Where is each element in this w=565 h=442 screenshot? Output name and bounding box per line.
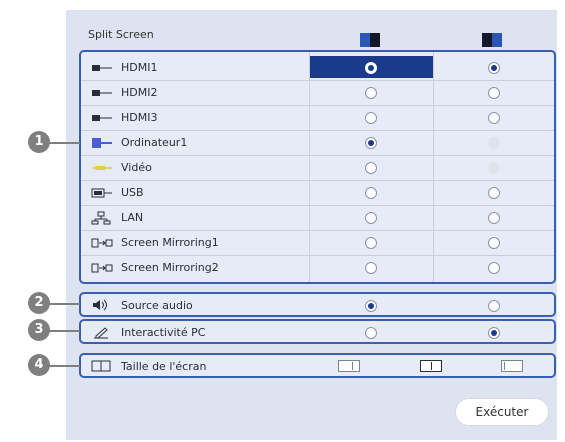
source-label: HDMI3 <box>121 111 158 124</box>
size-left-large-button[interactable] <box>338 360 360 372</box>
size-right-large-button[interactable] <box>501 360 523 372</box>
hdmi-icon <box>91 111 113 125</box>
interactive-left-radio[interactable] <box>365 327 377 339</box>
source-right-radio <box>488 137 500 149</box>
source-label: Ordinateur1 <box>121 136 188 149</box>
source-right-radio[interactable] <box>488 262 500 274</box>
source-row: HDMI2 <box>81 81 554 106</box>
source-left-radio[interactable] <box>365 62 377 74</box>
source-left-radio[interactable] <box>365 112 377 124</box>
source-right-radio[interactable] <box>488 62 500 74</box>
source-left-radio[interactable] <box>365 187 377 199</box>
audio-right-radio[interactable] <box>488 300 500 312</box>
pen-icon <box>91 325 113 339</box>
source-label: HDMI1 <box>121 61 158 74</box>
source-right-radio[interactable] <box>488 237 500 249</box>
source-right-radio[interactable] <box>488 187 500 199</box>
source-label: LAN <box>121 211 144 224</box>
source-label: Screen Mirroring2 <box>121 261 219 274</box>
source-left-radio[interactable] <box>365 137 377 149</box>
execute-button[interactable]: Exécuter <box>455 398 549 426</box>
page-title: Split Screen <box>88 28 154 41</box>
lan-icon <box>91 211 113 225</box>
hdmi-icon <box>91 61 113 75</box>
screen-size-label: Taille de l'écran <box>121 360 207 373</box>
screen-mirroring-icon <box>91 261 113 275</box>
source-left-radio[interactable] <box>365 237 377 249</box>
source-left-radio[interactable] <box>365 87 377 99</box>
computer-icon <box>91 136 113 150</box>
screen-size-row: Taille de l'écran <box>79 353 556 378</box>
callout-marker-2: 2 <box>28 292 50 314</box>
source-label: Screen Mirroring1 <box>121 236 219 249</box>
interactive-row[interactable]: Interactivité PC <box>79 319 556 344</box>
video-icon <box>91 161 113 175</box>
source-right-radio[interactable] <box>488 87 500 99</box>
source-row: LAN <box>81 206 554 231</box>
source-row: USB <box>81 181 554 206</box>
screen-mirroring-icon <box>91 236 113 250</box>
source-list: HDMI1 HDMI2 HDMI3 Ordinateur1 Vidéo USB LAN Scr… <box>79 50 556 284</box>
source-left-radio[interactable] <box>365 162 377 174</box>
source-label: USB <box>121 186 144 199</box>
source-label: HDMI2 <box>121 86 158 99</box>
callout-marker-3: 3 <box>28 319 50 341</box>
audio-row[interactable]: Source audio <box>79 292 556 317</box>
source-row: Vidéo <box>81 156 554 181</box>
source-row: HDMI1 <box>81 56 554 81</box>
usb-icon <box>91 186 113 200</box>
interactive-label: Interactivité PC <box>121 326 206 339</box>
source-row: Screen Mirroring2 <box>81 256 554 281</box>
split-right-icon <box>482 33 502 47</box>
callout-marker-4: 4 <box>28 354 50 376</box>
source-label: Vidéo <box>121 161 152 174</box>
interactive-right-radio[interactable] <box>488 327 500 339</box>
source-row: HDMI3 <box>81 106 554 131</box>
hdmi-icon <box>91 86 113 100</box>
source-right-radio[interactable] <box>488 212 500 224</box>
source-left-radio[interactable] <box>365 262 377 274</box>
source-row: Ordinateur1 <box>81 131 554 156</box>
source-right-radio[interactable] <box>488 112 500 124</box>
speaker-icon <box>91 298 113 312</box>
size-equal-button[interactable] <box>420 360 442 372</box>
split-left-icon <box>360 33 380 47</box>
audio-left-radio[interactable] <box>365 300 377 312</box>
screen-size-icon <box>91 360 113 374</box>
source-row: Screen Mirroring1 <box>81 231 554 256</box>
callout-marker-1: 1 <box>28 131 50 153</box>
audio-label: Source audio <box>121 299 193 312</box>
source-right-radio <box>488 162 500 174</box>
source-left-radio[interactable] <box>365 212 377 224</box>
